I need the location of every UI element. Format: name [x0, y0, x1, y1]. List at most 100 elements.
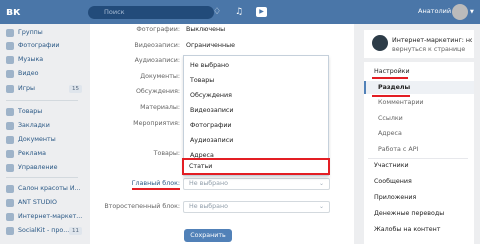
top-bar: вк Поиск ♢ ♫ ▶ Анатолий ▼ — [0, 0, 480, 24]
sidebar-item-label: Закладки — [18, 122, 50, 129]
dropdown-option[interactable]: Не выбрано — [184, 58, 328, 73]
ads-icon — [6, 150, 14, 158]
sidebar-item-manage[interactable]: Управление — [4, 163, 84, 173]
menu-item-complaints[interactable]: Жалобы на контент — [374, 226, 440, 233]
setting-label: Мероприятия: — [133, 120, 180, 127]
menu-item-api[interactable]: Работа с API — [378, 146, 418, 153]
count-badge: 15 — [69, 85, 82, 93]
dropdown-option[interactable]: Видеозаписи — [184, 103, 328, 118]
dropdown-option-label: Статьи — [189, 163, 213, 170]
select-value: Не выбрано — [189, 203, 229, 210]
divider — [6, 100, 78, 101]
divider — [368, 158, 468, 159]
photos-icon — [6, 42, 14, 50]
sidebar-item-games[interactable]: Игры 15 — [4, 84, 84, 94]
sidebar-item-goods[interactable]: Товары — [4, 107, 84, 117]
menu-item-addresses[interactable]: Адреса — [378, 130, 402, 137]
sidebar-item-group-salon[interactable]: Салон красоты И... — [4, 184, 84, 194]
red-underline — [372, 95, 410, 97]
sidebar-item-label: Фотографии — [18, 42, 60, 49]
documents-icon — [6, 136, 14, 144]
setting-label: Видеозаписи: — [134, 42, 180, 49]
back-link[interactable]: вернуться к странице — [392, 46, 465, 53]
setting-label: Обсуждения: — [135, 88, 180, 95]
sidebar-item-label: ANT STUDIO — [18, 199, 57, 206]
menu-item-members[interactable]: Участники — [374, 162, 409, 169]
games-icon — [6, 85, 14, 93]
sidebar-item-label: Реклама — [18, 150, 46, 157]
sidebar-item-group-ant[interactable]: ANT STUDIO — [4, 198, 84, 208]
main-block-label: Главный блок: — [131, 180, 180, 187]
sidebar-item-group-internet[interactable]: Интернет-маркет... — [4, 212, 84, 222]
groups-icon — [6, 29, 14, 37]
avatar[interactable] — [452, 4, 468, 20]
sidebar-item-photos[interactable]: Фотографии — [4, 41, 84, 51]
music-icon — [6, 56, 14, 64]
red-underline — [372, 77, 408, 79]
dropdown-option[interactable]: Обсуждения — [184, 88, 328, 103]
video-icon — [6, 70, 14, 78]
bookmarks-icon — [6, 122, 14, 130]
divider — [6, 177, 78, 178]
chevron-down-icon[interactable]: ▼ — [470, 9, 474, 15]
dropdown-option[interactable]: Аудиозаписи — [184, 133, 328, 148]
chevron-down-icon: ⌄ — [318, 203, 324, 210]
sidebar-item-label: Салон красоты И... — [18, 185, 81, 192]
sidebar-item-label: Группы — [18, 29, 43, 36]
menu-item-money-transfers[interactable]: Денежные переводы — [374, 210, 444, 217]
sidebar-item-label: Товары — [18, 108, 43, 115]
sidebar-item-groups[interactable]: Группы — [4, 28, 84, 38]
search-input[interactable]: Поиск — [88, 6, 214, 19]
sidebar-item-documents[interactable]: Документы — [4, 135, 84, 145]
community-avatar[interactable] — [372, 35, 388, 51]
red-underline — [132, 188, 180, 190]
sidebar-item-bookmarks[interactable]: Закладки — [4, 121, 84, 131]
dropdown-option-highlighted[interactable]: Статьи — [182, 158, 330, 175]
sidebar-item-label: Музыка — [18, 56, 44, 63]
sidebar-item-group-socialkit[interactable]: SocialKit - про... 11 — [4, 226, 84, 236]
sidebar-item-label: Видео — [18, 70, 39, 77]
vk-logo[interactable]: вк — [6, 5, 34, 19]
setting-label: Материалы: — [140, 104, 180, 111]
user-name[interactable]: Анатолий — [418, 7, 451, 15]
save-button[interactable]: Сохранить — [184, 229, 232, 242]
count-badge: 11 — [69, 227, 82, 235]
group-icon — [6, 213, 14, 221]
sidebar-item-label: Интернет-маркет... — [18, 213, 83, 220]
goods-icon — [6, 108, 14, 116]
setting-value[interactable]: Выключены — [186, 26, 225, 33]
sidebar-item-ads[interactable]: Реклама — [4, 149, 84, 159]
setting-label: Товары: — [153, 150, 180, 157]
sidebar-item-label: SocialKit - про... — [18, 227, 70, 234]
menu-item-apps[interactable]: Приложения — [374, 194, 416, 201]
secondary-block-select[interactable]: Не выбрано ⌄ — [183, 201, 330, 213]
main-block-select[interactable]: Не выбрано ⌄ — [183, 178, 330, 190]
menu-item-messages[interactable]: Сообщения — [374, 178, 412, 185]
group-icon — [6, 227, 14, 235]
dropdown-option[interactable]: Товары — [184, 73, 328, 88]
select-value: Не выбрано — [189, 180, 229, 187]
setting-label: Аудиозаписи: — [134, 57, 180, 64]
manage-icon — [6, 164, 14, 172]
setting-value[interactable]: Ограниченные — [186, 42, 235, 49]
community-name[interactable]: Интернет-маркетинг: но... — [392, 37, 472, 44]
menu-item-comments[interactable]: Комментарии — [378, 99, 424, 106]
menu-item-links[interactable]: Ссылки — [378, 115, 403, 122]
sidebar-item-label: Управление — [18, 164, 58, 171]
dropdown-option[interactable]: Фотографии — [184, 118, 328, 133]
secondary-block-label: Второстепенный блок: — [104, 203, 180, 210]
music-icon[interactable]: ♫ — [232, 5, 246, 19]
sidebar-item-video[interactable]: Видео — [4, 69, 84, 79]
menu-item-settings[interactable]: Настройки — [374, 68, 410, 75]
sidebar-item-label: Документы — [18, 136, 56, 143]
setting-label: Фотографии: — [136, 26, 180, 33]
chevron-down-icon: ⌄ — [318, 180, 324, 187]
play-icon[interactable]: ▶ — [256, 7, 267, 17]
bell-icon[interactable]: ♢ — [210, 5, 224, 19]
group-icon — [6, 185, 14, 193]
menu-item-sections[interactable]: Разделы — [378, 84, 410, 91]
setting-label: Документы: — [140, 73, 180, 80]
sidebar-item-music[interactable]: Музыка — [4, 55, 84, 65]
sidebar-item-label: Игры — [18, 85, 35, 92]
group-icon — [6, 199, 14, 207]
